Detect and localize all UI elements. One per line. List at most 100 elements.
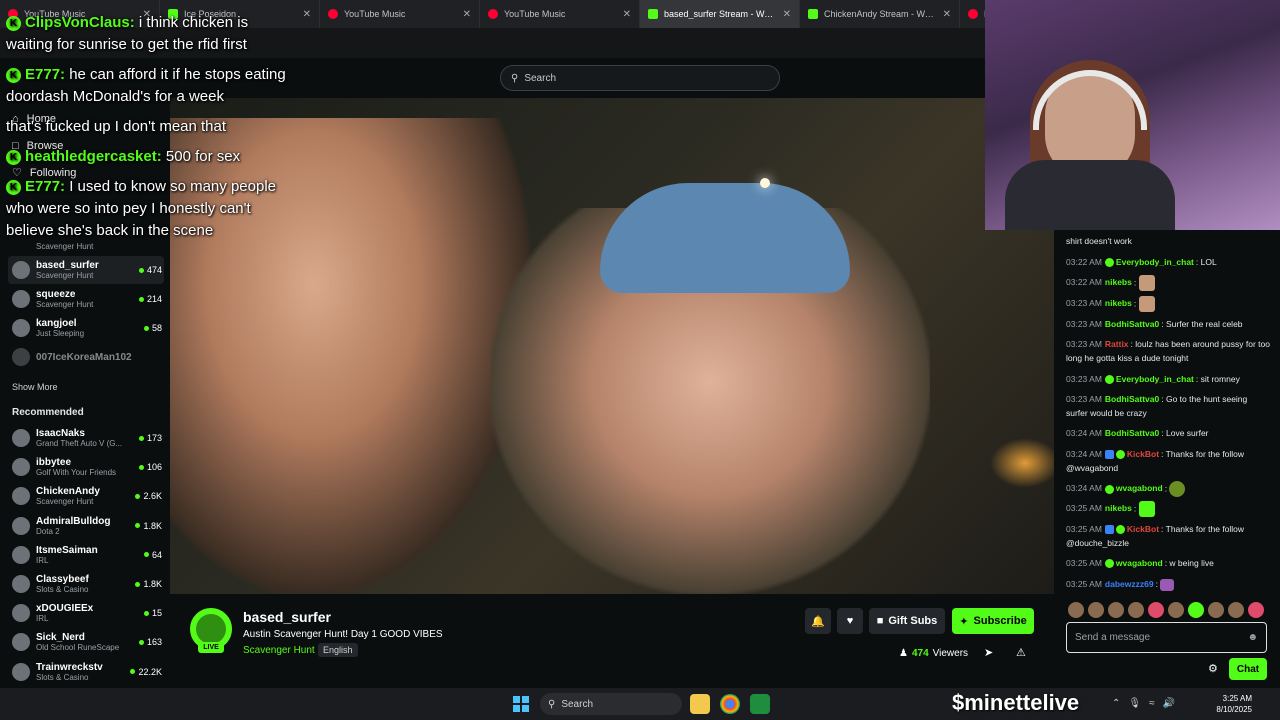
send-chat-button[interactable]: Chat bbox=[1229, 658, 1267, 680]
gear-icon[interactable]: ⚙ bbox=[1208, 662, 1218, 675]
overlay-chat-line: K E777: he can afford it if he stops eati… bbox=[6, 66, 286, 83]
channel-category: Old School RuneScape bbox=[36, 643, 120, 653]
sidebar-channel[interactable]: AdmiralBulldog Dota 2 1.8K bbox=[8, 512, 164, 540]
close-icon[interactable]: ✕ bbox=[623, 9, 631, 20]
sidebar-channel[interactable]: Classybeef Slots & Casino 1.8K bbox=[8, 570, 164, 598]
chat-timestamp: 03:25 AM bbox=[1066, 558, 1102, 568]
youtube-icon bbox=[968, 9, 978, 19]
channel-category: Scavenger Hunt bbox=[36, 497, 94, 507]
gift-icon: ■ bbox=[876, 615, 884, 627]
chat-input[interactable]: Send a message ☻ bbox=[1066, 622, 1267, 653]
overlay-chat-text: believe she's back in the scene bbox=[6, 222, 214, 239]
sidebar-channel[interactable]: ibbytee Golf With Your Friends 106 bbox=[8, 453, 164, 481]
emoji-icon[interactable]: ☻ bbox=[1247, 632, 1258, 643]
chrome-icon[interactable] bbox=[720, 694, 740, 714]
sidebar-channel[interactable]: squeeze Scavenger Hunt 214 bbox=[8, 285, 164, 313]
chat-username[interactable]: nikebs bbox=[1105, 503, 1132, 513]
chat-username[interactable]: wvagabond bbox=[1116, 483, 1163, 493]
browser-tab[interactable]: ChickenAndy Stream - Wat... ✕ bbox=[800, 0, 960, 28]
chat-username[interactable]: wvagabond bbox=[1116, 558, 1163, 568]
chat-text: w being live bbox=[1169, 558, 1214, 568]
chat-username[interactable]: Rattix bbox=[1105, 339, 1129, 349]
chat-username[interactable]: KickBot bbox=[1127, 449, 1159, 459]
report-icon[interactable]: ⚠ bbox=[1016, 646, 1026, 659]
nav-following-label: Following bbox=[29, 166, 77, 179]
subscribe-button[interactable]: ✦ Subscribe bbox=[952, 608, 1034, 634]
sidebar-channel[interactable]: 007IceKoreaMan102 bbox=[8, 343, 164, 371]
file-explorer-icon[interactable] bbox=[690, 694, 710, 714]
chat-username[interactable]: BodhiSattva0 bbox=[1105, 428, 1159, 438]
sidebar-channel[interactable]: based_surfer Scavenger Hunt 474 bbox=[8, 256, 164, 284]
browser-tab[interactable]: YouTube Music ✕ bbox=[320, 0, 480, 28]
chat-emote-icon bbox=[1169, 481, 1186, 497]
app-icon[interactable] bbox=[750, 694, 770, 714]
share-icon[interactable]: ➤ bbox=[984, 646, 993, 659]
emote-bar[interactable] bbox=[1068, 602, 1270, 620]
sidebar-item-partial-category: Scavenger Hunt bbox=[36, 242, 94, 251]
close-icon[interactable]: ✕ bbox=[463, 9, 471, 20]
chat-username[interactable]: dabewzzz69 bbox=[1105, 579, 1154, 589]
taskbar-clock[interactable]: 3:25 AM 8/10/2025 bbox=[1214, 693, 1252, 715]
browser-tab-title: based_surfer Stream - Wat... bbox=[664, 9, 777, 19]
kick-icon bbox=[808, 9, 818, 19]
sidebar-channel[interactable]: ChickenAndy Scavenger Hunt 2.6K bbox=[8, 482, 164, 510]
overlay-chat-text: that's fucked up I don't mean that bbox=[6, 118, 227, 135]
browser-tab[interactable]: YouTube Music ✕ bbox=[480, 0, 640, 28]
chat-username[interactable]: BodhiSattva0 bbox=[1105, 394, 1159, 404]
close-icon[interactable]: ✕ bbox=[783, 9, 791, 20]
chat-timestamp: 03:22 AM bbox=[1066, 257, 1102, 267]
bot-badge-icon bbox=[1104, 525, 1114, 535]
overlay-chat-line: Kheathledgercasket: 500 for sex bbox=[6, 148, 240, 165]
overlay-chat-line: doordash McDonald's for a week bbox=[6, 88, 224, 105]
streamer-name[interactable]: based_surfer bbox=[243, 609, 331, 625]
users-icon: ♟ bbox=[899, 648, 908, 659]
chat-username[interactable]: Everybody_in_chat bbox=[1116, 374, 1194, 384]
channel-category: Just Sleeping bbox=[36, 329, 85, 338]
mic-icon[interactable]: 🎙 bbox=[1128, 698, 1141, 709]
chat-username[interactable]: nikebs bbox=[1105, 277, 1132, 287]
chat-username[interactable]: BodhiSattva0 bbox=[1105, 319, 1159, 329]
taskbar-search[interactable]: ⚲ Search bbox=[540, 693, 682, 715]
stream-category[interactable]: Scavenger Hunt bbox=[243, 645, 315, 656]
viewer-count-text: 15 bbox=[151, 608, 162, 619]
follow-button[interactable]: ♥ bbox=[837, 608, 863, 634]
channel-category: IRL bbox=[36, 555, 49, 565]
system-tray[interactable]: ⌃ 🎙 ≈ 🔊 bbox=[1112, 698, 1175, 709]
chevron-up-icon[interactable]: ⌃ bbox=[1112, 698, 1120, 709]
live-dot-icon bbox=[138, 435, 144, 441]
volume-icon[interactable]: 🔊 bbox=[1163, 698, 1175, 709]
chat-timestamp: 03:25 AM bbox=[1066, 579, 1102, 589]
language-tag[interactable]: English bbox=[318, 643, 358, 657]
sidebar-channel[interactable]: xDOUGIEEx IRL 15 bbox=[8, 599, 164, 627]
verified-badge-icon bbox=[1104, 375, 1114, 385]
sidebar-channel[interactable]: Sick_Nerd Old School RuneScape 163 bbox=[8, 628, 164, 656]
chat-timestamp: 03:23 AM bbox=[1066, 339, 1102, 349]
avatar bbox=[12, 633, 30, 652]
wifi-icon[interactable]: ≈ bbox=[1149, 698, 1155, 709]
search-input[interactable]: ⚲ Search bbox=[500, 65, 780, 91]
channel-info: ItsmeSaiman IRL bbox=[36, 545, 144, 565]
channel-name: Trainwreckstv bbox=[36, 661, 103, 673]
channel-viewers: 1.8K bbox=[135, 521, 164, 531]
viewer-count: ♟ 474 Viewers bbox=[899, 648, 968, 659]
chat-username[interactable]: Everybody_in_chat bbox=[1116, 257, 1194, 267]
kick-badge-icon: K bbox=[6, 15, 21, 31]
browser-tab[interactable]: based_surfer Stream - Wat... ✕ bbox=[640, 0, 800, 28]
notification-button[interactable]: 🔔 bbox=[805, 608, 831, 634]
sidebar-channel[interactable]: kangjoel Just Sleeping 58 bbox=[8, 314, 164, 342]
show-more-button[interactable]: Show More bbox=[12, 382, 58, 392]
kick-badge-icon: K bbox=[6, 149, 21, 165]
chat-timestamp: 03:23 AM bbox=[1066, 298, 1102, 309]
close-icon[interactable]: ✕ bbox=[943, 9, 951, 20]
sidebar-channel[interactable]: ItsmeSaiman IRL 64 bbox=[8, 541, 164, 569]
video-player[interactable] bbox=[170, 98, 1054, 594]
sidebar-channel[interactable]: IsaacNaks Grand Theft Auto V (G... 173 bbox=[8, 424, 164, 452]
close-icon[interactable]: ✕ bbox=[303, 9, 311, 20]
sidebar-channel[interactable]: Trainwreckstv Slots & Casino 22.2K bbox=[8, 658, 164, 686]
gift-subs-button[interactable]: ■ Gift Subs bbox=[869, 608, 945, 634]
chat-username[interactable]: KickBot bbox=[1127, 524, 1159, 534]
windows-start-icon[interactable] bbox=[513, 696, 529, 712]
overlay-chat-line: believe she's back in the scene bbox=[6, 222, 213, 239]
channel-name: Sick_Nerd bbox=[36, 632, 85, 644]
chat-username[interactable]: nikebs bbox=[1105, 298, 1132, 308]
